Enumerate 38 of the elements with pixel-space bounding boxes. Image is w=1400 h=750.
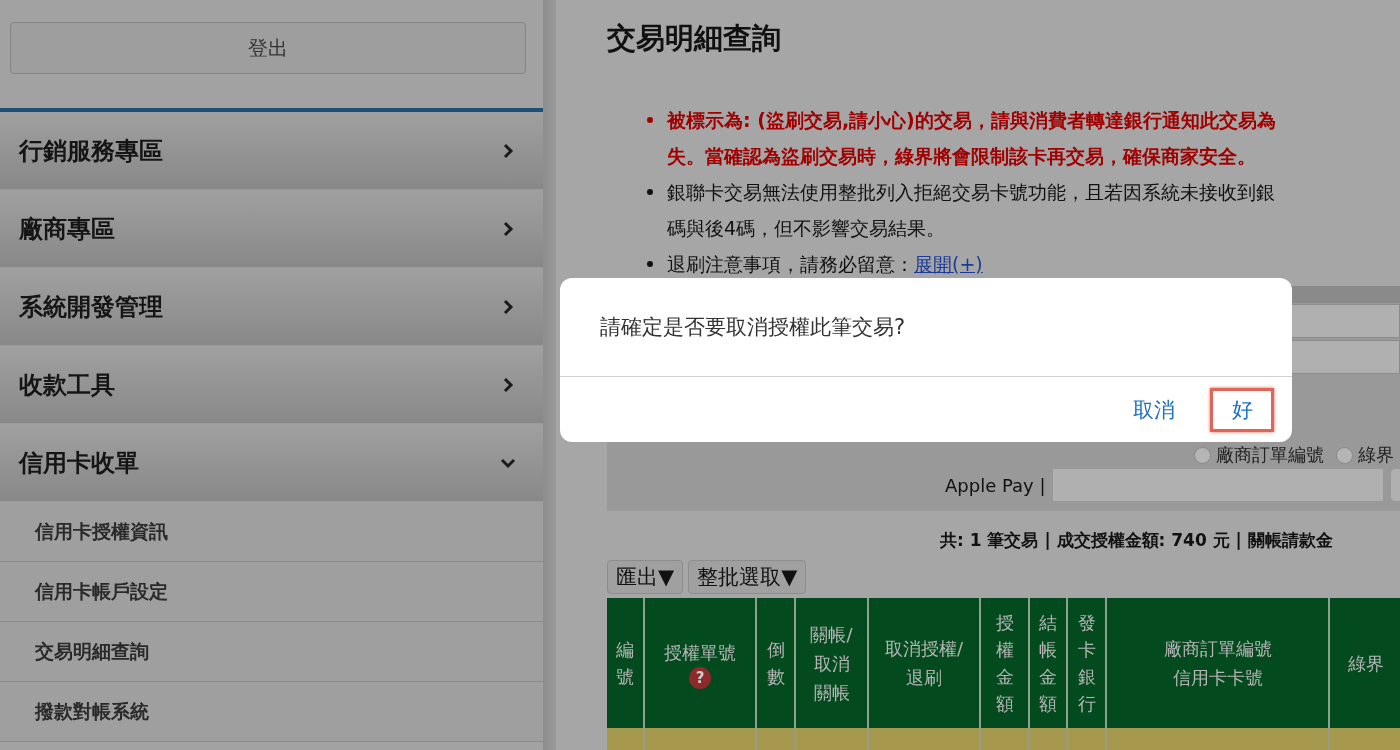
note-text: 退刷注意事項，請務必留意： bbox=[667, 253, 914, 275]
table-cell bbox=[607, 728, 645, 750]
radio-button[interactable] bbox=[1336, 446, 1353, 464]
radio-label: 廠商訂單編號 bbox=[1216, 443, 1324, 467]
dropdown-button[interactable]: 整批選取▼ bbox=[688, 560, 807, 594]
field-label: Apple Pay | bbox=[945, 474, 1046, 496]
table-cell bbox=[757, 728, 796, 750]
column-header: 綠界 bbox=[1330, 598, 1400, 728]
column-header: 授權金額 bbox=[981, 598, 1030, 728]
dialog-message: 請確定是否要取消授權此筆交易? bbox=[560, 278, 1292, 377]
column-header: 取消授權/ 退刷 bbox=[869, 598, 981, 728]
help-icon[interactable]: ? bbox=[689, 666, 711, 689]
radio-button[interactable] bbox=[1194, 446, 1211, 464]
expand-link[interactable]: 展開(+) bbox=[914, 253, 983, 275]
bullet-icon bbox=[647, 117, 653, 123]
column-header: 授權單號 ? bbox=[645, 598, 757, 728]
column-header: 編號 bbox=[607, 598, 645, 728]
column-header: 廠商訂單編號 信用卡卡號 bbox=[1107, 598, 1330, 728]
note-text: 碼與後4碼，但不影響交易結果。 bbox=[667, 216, 947, 241]
logout-button[interactable]: 登出 bbox=[10, 22, 526, 74]
note-text: 銀聯卡交易無法使用整批列入拒絕交易卡號功能，且若因系統未接收到銀 bbox=[667, 180, 1275, 205]
column-header: 結帳金額 bbox=[1030, 598, 1068, 728]
table-cell bbox=[1030, 728, 1068, 750]
dialog-button[interactable]: 取消 bbox=[1120, 387, 1188, 432]
dropdown-button[interactable]: 匯出▼ bbox=[607, 560, 684, 594]
radio-label: 綠界 bbox=[1358, 443, 1394, 467]
column-header: 關帳/ 取消 關帳 bbox=[796, 598, 869, 728]
column-header: 發卡銀行 bbox=[1068, 598, 1107, 728]
summary-text: 共: 1 筆交易 | 成交授權金額: 740 元 | 關帳請款金 bbox=[939, 529, 1334, 552]
table-cell bbox=[1068, 728, 1107, 750]
dialog-button[interactable]: 好 bbox=[1210, 387, 1274, 432]
note-text: 被標示為: (盜刷交易,請小心)的交易，請與消費者轉達銀行通知此交易為 bbox=[667, 108, 1276, 133]
note-text: 失。當確認為盜刷交易時，綠界將會限制該卡再交易，確保商家安全。 bbox=[667, 144, 1257, 169]
bullet-icon bbox=[647, 261, 653, 267]
column-header: 倒數 bbox=[757, 598, 796, 728]
page-title: 交易明細查詢 bbox=[607, 20, 782, 57]
bullet-icon bbox=[647, 189, 653, 195]
table-cell bbox=[981, 728, 1030, 750]
